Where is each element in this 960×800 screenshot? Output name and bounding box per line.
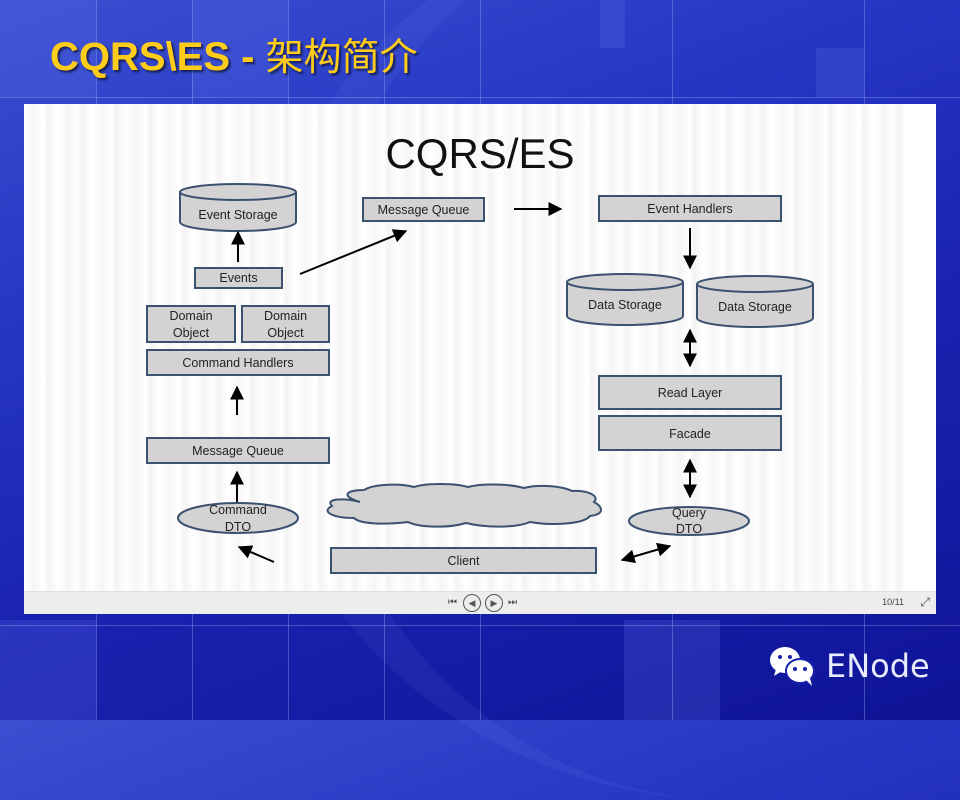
events-node: Events xyxy=(194,267,283,289)
domain-object-label-line1: Domain xyxy=(169,309,212,323)
query-dto-node: Query DTO xyxy=(628,506,750,536)
query-dto-label-line1: Query xyxy=(672,506,707,520)
cqrs-diagram: CQRS/ES Event Storage Message Queue Even… xyxy=(146,130,814,574)
diagram-title: CQRS/ES xyxy=(385,130,574,177)
client-node: Client xyxy=(330,547,597,574)
background-block xyxy=(816,48,864,97)
domain-object-label-line1: Domain xyxy=(264,309,307,323)
read-layer-node: Read Layer xyxy=(598,375,782,410)
message-queue-top-label: Message Queue xyxy=(378,203,470,217)
message-queue-left-node: Message Queue xyxy=(146,437,330,464)
next-icon[interactable]: ▶ xyxy=(485,594,503,612)
background-gridline xyxy=(0,97,960,98)
arrow-client-query-dto xyxy=(620,542,672,564)
data-storage-label: Data Storage xyxy=(588,298,662,312)
domain-object-label-line2: Object xyxy=(267,326,304,340)
command-handlers-label: Command Handlers xyxy=(182,356,293,370)
slide-viewer: CQRS/ES Event Storage Message Queue Even… xyxy=(24,104,936,614)
domain-object-node: Domain Object xyxy=(241,305,330,343)
domain-object-node: Domain Object xyxy=(146,305,236,343)
message-queue-left-label: Message Queue xyxy=(192,444,284,458)
background-gridline xyxy=(0,625,960,626)
arrow-client-to-command-dto xyxy=(237,545,275,563)
read-layer-label: Read Layer xyxy=(658,386,723,400)
event-storage-node: Event Storage xyxy=(179,183,297,232)
viewer-toolbar: ⏮ ◀ ▶ ⏭ 10/11 ⤢ xyxy=(24,591,936,614)
background-block xyxy=(0,620,96,720)
page-indicator: 10/11 xyxy=(882,597,904,607)
brand-logo: ENode xyxy=(768,644,930,688)
data-storage-node: Data Storage xyxy=(696,275,814,328)
event-handlers-node: Event Handlers xyxy=(598,195,782,222)
brand-name: ENode xyxy=(826,647,930,685)
fullscreen-exit-icon[interactable]: ⤢ xyxy=(920,595,930,610)
event-handlers-label: Event Handlers xyxy=(647,202,732,216)
client-label: Client xyxy=(448,554,480,568)
command-handlers-node: Command Handlers xyxy=(146,349,330,376)
background-block xyxy=(600,0,625,48)
facade-label: Facade xyxy=(669,427,711,441)
command-dto-label-line1: Command xyxy=(209,503,267,517)
slide-title-cn: 架构简介 xyxy=(265,35,418,79)
skip-last-icon[interactable]: ⏭ xyxy=(508,594,517,612)
slide-title-en: CQRS\ES - xyxy=(50,35,266,79)
arrow-events-to-message-queue xyxy=(299,229,408,275)
command-dto-label-line2: DTO xyxy=(225,520,251,534)
prev-icon[interactable]: ◀ xyxy=(463,594,481,612)
slide-title: CQRS\ES - 架构简介 xyxy=(50,26,418,81)
events-label: Events xyxy=(219,271,257,285)
wechat-icon xyxy=(770,647,815,686)
domain-object-label-line2: Object xyxy=(173,326,210,340)
skip-first-icon[interactable]: ⏮ xyxy=(448,594,457,612)
facade-node: Facade xyxy=(598,415,782,451)
data-storage-label: Data Storage xyxy=(718,300,792,314)
command-dto-node: Command DTO xyxy=(177,502,299,534)
event-storage-label: Event Storage xyxy=(198,208,277,222)
query-dto-label-line2: DTO xyxy=(676,522,702,536)
data-storage-node: Data Storage xyxy=(566,273,684,326)
message-queue-top-node: Message Queue xyxy=(362,197,485,222)
cloud-shape xyxy=(326,483,602,528)
